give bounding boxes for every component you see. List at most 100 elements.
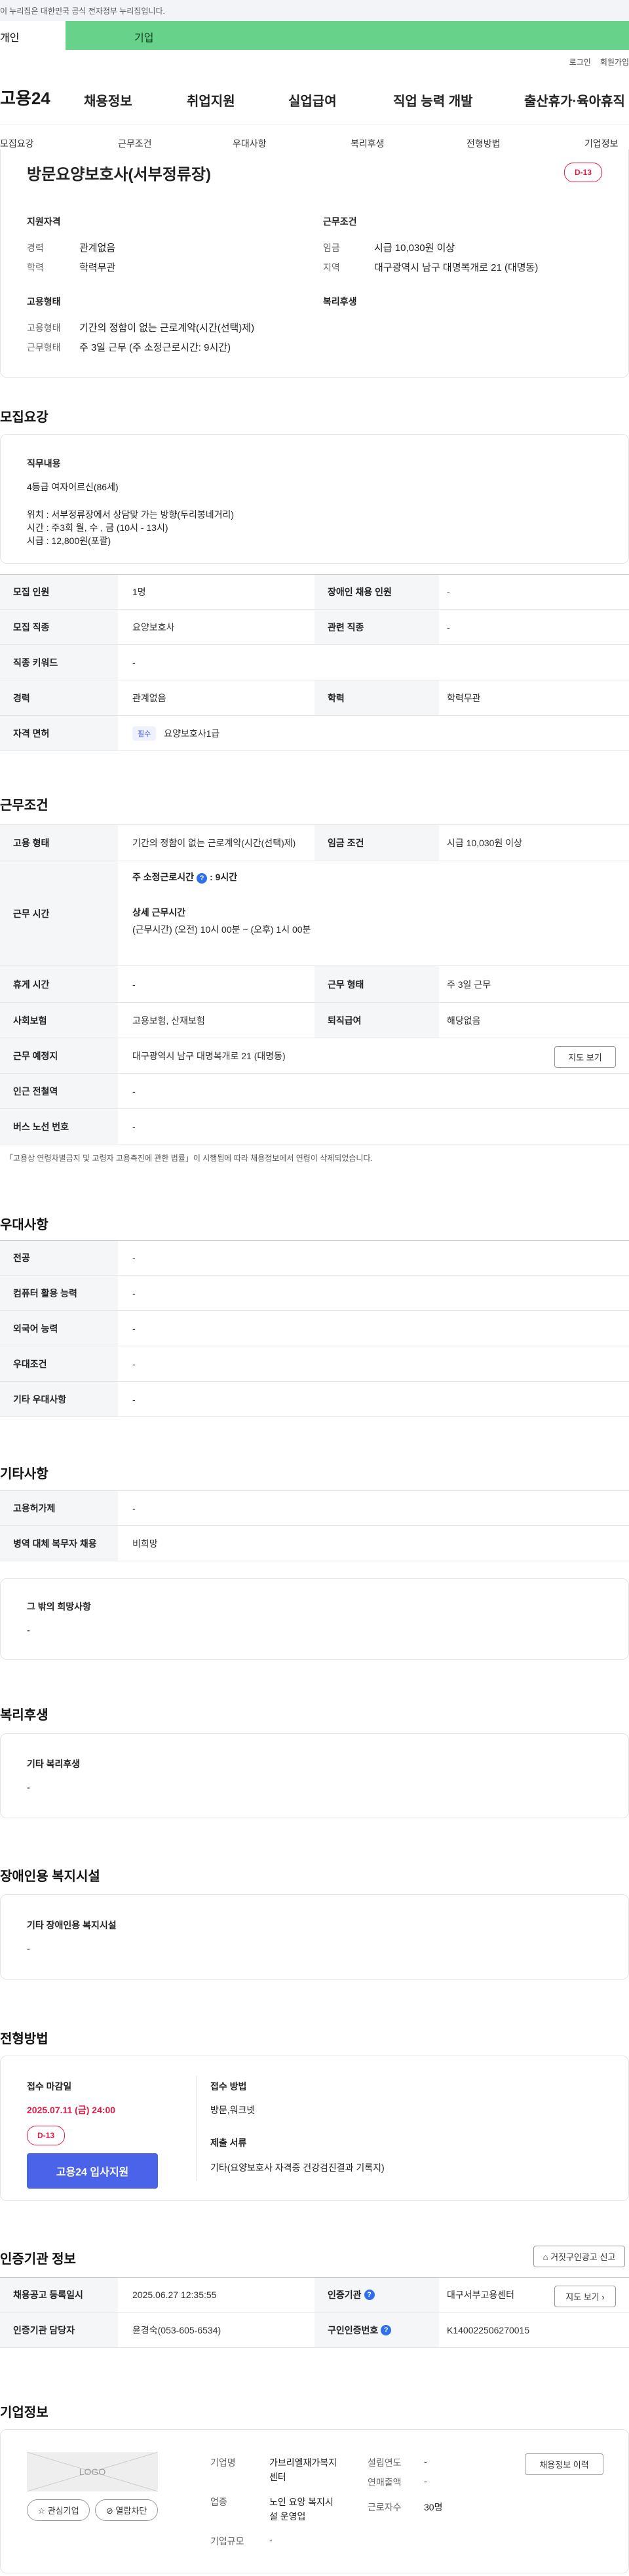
row-label: 우대조건 xyxy=(0,1346,118,1381)
signup-link[interactable]: 회원가입 xyxy=(600,58,629,67)
subnav-recruit[interactable]: 모집요강 xyxy=(0,137,34,150)
gnb-jobs[interactable]: 채용정보 xyxy=(84,90,132,109)
size-value: - xyxy=(269,2535,273,2545)
row-label: 기타 우대사항 xyxy=(0,1382,118,1416)
map-button[interactable]: 지도 보기 xyxy=(554,1046,616,1068)
disab-box-value: - xyxy=(27,1943,30,1955)
area-value: 대구광역시 남구 대명복개로 21 (대명동) xyxy=(374,262,539,273)
name-label: 기업명 xyxy=(210,2457,236,2468)
work-row-rest: 휴게 시간 - 근무 형태 주 3일 근무 xyxy=(0,966,629,1003)
row-label: 인증기관 담당자 xyxy=(0,2313,118,2347)
question-icon[interactable]: ? xyxy=(197,873,208,884)
block-button[interactable]: ⊘ 열람차단 xyxy=(95,2499,158,2521)
home-icon: ⌂ xyxy=(543,2252,551,2262)
favorite-button[interactable]: ☆ 관심기업 xyxy=(27,2499,90,2521)
gnb-leave[interactable]: 출산휴가·육아휴직 xyxy=(524,90,625,109)
recruit-heading: 모집요강 xyxy=(0,410,48,425)
year-label: 설립연도 xyxy=(368,2457,402,2468)
work-row-subway: 인근 전철역 - xyxy=(0,1074,629,1109)
row-value-2: - xyxy=(447,621,450,633)
gnb-unemployment[interactable]: 실업급여 xyxy=(288,90,337,109)
duty-title: 직무내용 xyxy=(27,458,61,469)
apply-button[interactable]: 고용24 입사지원 xyxy=(27,2153,158,2189)
row-value: - xyxy=(132,1323,136,1334)
row-label: 병역 대체 복무자 채용 xyxy=(0,1526,118,1561)
pref-row: 컴퓨터 활용 능력 - xyxy=(0,1276,629,1311)
duty-card: 직무내용 4등급 여자어르신(86세) 위치 : 서부정류장에서 상담맞 가는 … xyxy=(0,434,629,564)
row-label-2: 장애인 채용 인원 xyxy=(314,575,439,609)
row-value-2: 시급 10,030원 이상 xyxy=(447,838,522,848)
global-nav: 고용24 채용정보 취업지원 실업급여 직업 능력 개발 출산휴가·육아휴직 xyxy=(0,85,629,109)
recruit-row-3: 직종 키워드 - xyxy=(0,645,629,680)
welfare-box-title: 기타 복리후생 xyxy=(27,1759,81,1769)
row-value-2: K140022506270015 xyxy=(447,2324,530,2335)
emp-label: 고용형태 xyxy=(27,322,61,333)
question-icon[interactable]: ? xyxy=(381,2324,392,2335)
recruit-row-5: 자격 면허 필수 요양보호사1급 xyxy=(0,716,629,751)
year-value: - xyxy=(424,2456,427,2467)
pref-heading: 우대사항 xyxy=(0,1218,48,1232)
row-value: - xyxy=(132,1394,136,1405)
row-label: 고용 형태 xyxy=(0,825,118,861)
select-heading: 전형방법 xyxy=(0,2032,48,2046)
row-label-2: 퇴직급여 xyxy=(314,1003,439,1038)
report-button[interactable]: ⌂ 거짓구인광고 신고 xyxy=(533,2246,625,2267)
other-wish-card: 그 밖의 희망사항 - xyxy=(0,1578,629,1660)
job-title: 방문요양보호사(서부정류장) xyxy=(27,166,211,184)
row-value-2: - xyxy=(447,587,450,597)
row-value-2: 주 3일 근무 xyxy=(447,979,491,990)
disab-heading: 장애인용 복지시설 xyxy=(0,1869,100,1884)
tab-individual[interactable]: 개인 xyxy=(0,21,66,50)
question-icon[interactable]: ? xyxy=(364,2290,375,2300)
block-label: 열람차단 xyxy=(115,2506,147,2516)
fav-label: 관심기업 xyxy=(47,2506,79,2516)
area-label: 지역 xyxy=(323,262,340,273)
pref-row: 외국어 능력 - xyxy=(0,1311,629,1346)
age-note: 「고용상 연령차별금지 및 고령자 고용촉진에 관한 법률」이 시행됨에 따라 … xyxy=(5,1154,373,1163)
weekly-value: : 9시간 xyxy=(210,872,238,882)
row-value: 1명 xyxy=(132,587,146,597)
detail-hours-title: 상세 근무시간 xyxy=(132,907,186,918)
subnav-select[interactable]: 전형방법 xyxy=(467,137,501,150)
welfare-title: 복리후생 xyxy=(323,296,357,307)
row-label-2: 관련 직종 xyxy=(314,610,439,644)
history-button[interactable]: 채용정보 이력 xyxy=(525,2453,603,2475)
license-value: 요양보호사1급 xyxy=(164,728,220,739)
site-logo[interactable]: 고용24 xyxy=(0,85,50,109)
method-value: 방문,워크넷 xyxy=(210,2105,256,2115)
disab-box-title: 기타 장애인용 복지시설 xyxy=(27,1920,117,1930)
cond-title: 근무조건 xyxy=(323,216,357,227)
gnb-training[interactable]: 직업 능력 개발 xyxy=(393,90,473,109)
row-label-2: 인증기관? xyxy=(314,2278,439,2312)
sales-value: - xyxy=(424,2476,427,2486)
map-label: 지도 보기 xyxy=(565,2292,600,2302)
row-value: 요양보호사 xyxy=(132,621,175,633)
row-value: - xyxy=(132,1121,136,1132)
row-value: - xyxy=(132,1287,136,1298)
gnb-employment[interactable]: 취업지원 xyxy=(187,90,235,109)
subnav-pref[interactable]: 우대사항 xyxy=(233,137,267,150)
org-label: 인증기관 xyxy=(328,2290,362,2300)
gov-banner: 이 누리집은 대한민국 공식 전자정부 누리집입니다. xyxy=(0,0,629,21)
other-wish-title: 그 밖의 희망사항 xyxy=(27,1601,91,1612)
duty-line-5: 시급 : 12,800원(포괄) xyxy=(27,536,111,546)
row-value: 고용보험, 산재보험 xyxy=(132,1015,205,1026)
logo-text: LOGO xyxy=(79,2467,106,2477)
row-value: 비희망 xyxy=(132,1538,158,1549)
login-link[interactable]: 로그인 xyxy=(569,58,591,67)
subnav-welfare[interactable]: 복리후생 xyxy=(351,137,385,150)
deadline-value: 2025.07.11 (금) 24:00 xyxy=(27,2105,116,2115)
cert-map-button[interactable]: 지도 보기 › xyxy=(554,2286,616,2307)
row-label: 근무 시간 xyxy=(0,861,118,966)
docs-value: 기타(요양보호사 자격증 건강검진결과 기록지) xyxy=(210,2162,385,2173)
subnav-work[interactable]: 근무조건 xyxy=(118,137,152,150)
subnav-company[interactable]: 기업정보 xyxy=(584,137,619,150)
block-icon: ⊘ xyxy=(105,2506,116,2516)
duty-line-4: 시간 : 주3회 월, 수 , 금 (10시 - 13시) xyxy=(27,522,168,533)
company-card: LOGO ☆ 관심기업 ⊘ 열람차단 기업명 가브리엘재가복지 센터 업종 노인… xyxy=(0,2429,629,2573)
tab-company[interactable]: 기업 xyxy=(66,21,629,50)
row-value-2: 학력무관 xyxy=(447,692,481,703)
name-value-1: 가브리엘재가복지 xyxy=(269,2457,337,2468)
row-value: - xyxy=(132,1253,136,1263)
dday-badge: D-13 xyxy=(27,2126,65,2145)
